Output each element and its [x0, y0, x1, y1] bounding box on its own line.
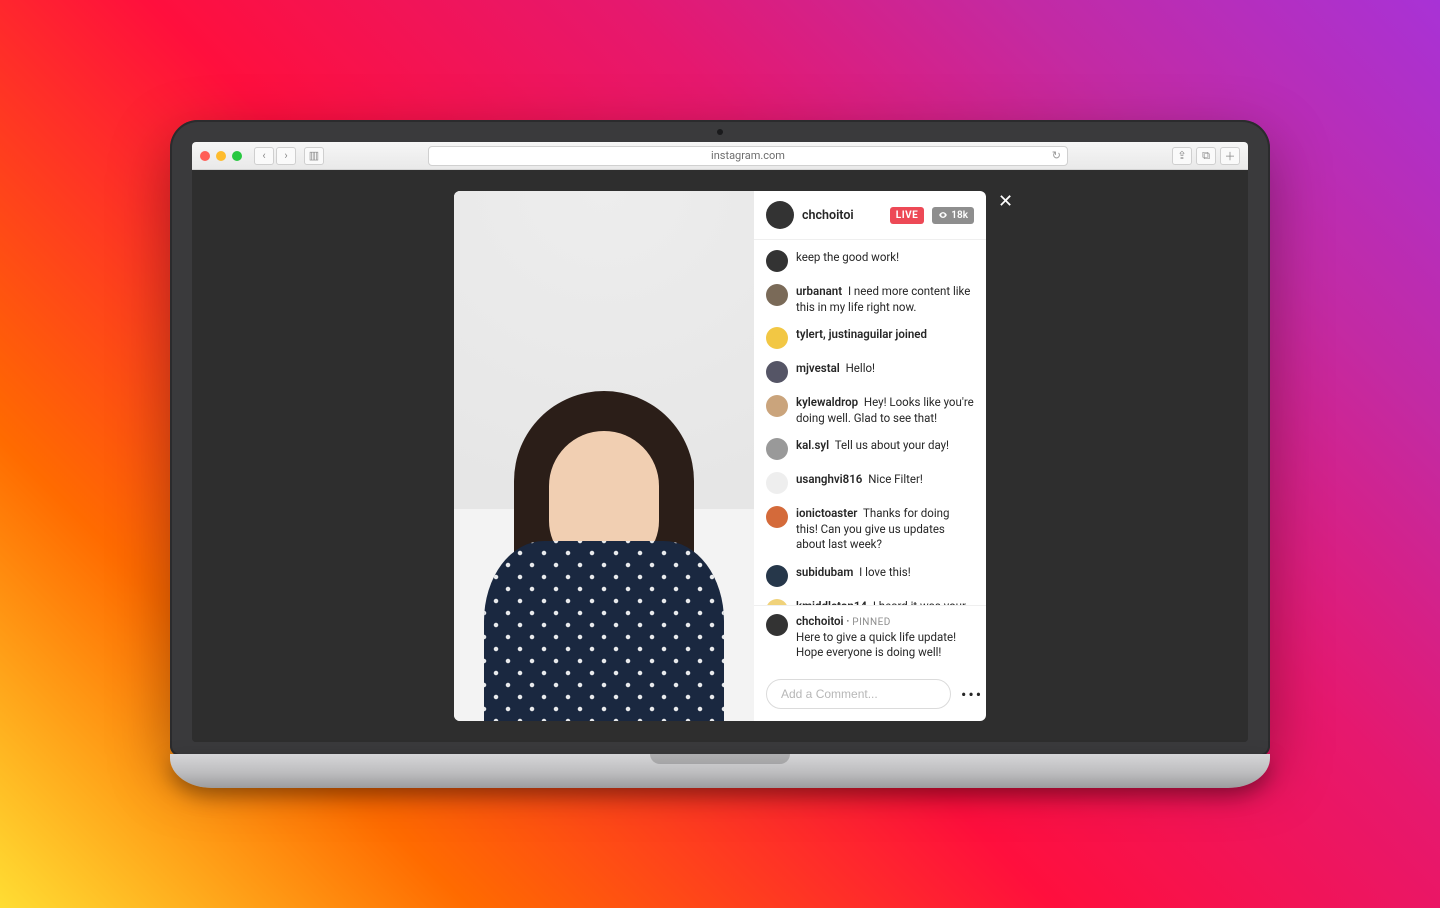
- comment-text: ionictoaster Thanks for doing this! Can …: [796, 506, 974, 553]
- live-modal: chchoitoi LIVE 18k keep the good work! ur…: [454, 191, 986, 721]
- comment-body: I love this!: [856, 565, 910, 579]
- live-header: chchoitoi LIVE 18k: [754, 191, 986, 240]
- browser-toolbar: ‹ › ▥ instagram.com ↻ ⇪ ⧉ ＋: [192, 142, 1248, 170]
- host-username[interactable]: chchoitoi: [802, 208, 854, 223]
- pinned-label: PINNED: [852, 617, 891, 628]
- pinned-separator: ·: [846, 614, 849, 628]
- comment-text: kylewaldrop Hey! Looks like you're doing…: [796, 395, 974, 426]
- plus-icon: ＋: [1225, 148, 1236, 164]
- pinned-comment: chchoitoi · PINNED Here to give a quick …: [754, 606, 986, 669]
- window-close-button[interactable]: [200, 151, 210, 161]
- comment-text: subidubam I love this!: [796, 565, 911, 587]
- comment-item: kmiddleton14 I heard it was your birthda…: [754, 593, 986, 606]
- new-tab-button[interactable]: ＋: [1220, 147, 1240, 165]
- comment-username[interactable]: urbanant: [796, 284, 842, 298]
- forward-icon: ›: [284, 149, 287, 162]
- comment-username[interactable]: ionictoaster: [796, 506, 857, 520]
- sidebar-icon: ▥: [309, 149, 319, 162]
- comments-list[interactable]: keep the good work! urbanant I need more …: [754, 240, 986, 605]
- comment-avatar[interactable]: [766, 250, 788, 272]
- comment-input[interactable]: [766, 679, 951, 709]
- nav-arrows: ‹ ›: [254, 147, 296, 165]
- comment-avatar[interactable]: [766, 472, 788, 494]
- pinned-text: Here to give a quick life update! Hope e…: [796, 630, 974, 661]
- pinned-username[interactable]: chchoitoi: [796, 614, 844, 628]
- comment-text: tylert, justinaguilar joined: [796, 327, 927, 349]
- comment-avatar[interactable]: [766, 599, 788, 606]
- viewer-count-badge: 18k: [932, 207, 974, 224]
- address-text: instagram.com: [711, 149, 785, 162]
- comment-item: kylewaldrop Hey! Looks like you're doing…: [754, 389, 986, 432]
- eye-icon: [938, 210, 948, 220]
- comment-item: urbanant I need more content like this i…: [754, 278, 986, 321]
- laptop-base: [170, 754, 1270, 788]
- comment-avatar[interactable]: [766, 327, 788, 349]
- close-button[interactable]: ✕: [998, 193, 1013, 211]
- live-video[interactable]: [454, 191, 754, 721]
- back-button[interactable]: ‹: [254, 147, 274, 165]
- comment-body: Hello!: [843, 361, 875, 375]
- address-bar[interactable]: instagram.com ↻: [428, 146, 1068, 166]
- laptop-device: ‹ › ▥ instagram.com ↻ ⇪ ⧉ ＋: [170, 120, 1270, 788]
- comment-composer: •••: [754, 669, 986, 721]
- forward-button[interactable]: ›: [276, 147, 296, 165]
- comment-avatar[interactable]: [766, 506, 788, 528]
- window-minimize-button[interactable]: [216, 151, 226, 161]
- share-icon: ⇪: [1177, 149, 1186, 162]
- comment-item: mjvestal Hello!: [754, 355, 986, 389]
- back-icon: ‹: [262, 149, 265, 162]
- comment-username[interactable]: kmiddleton14: [796, 599, 867, 606]
- viewer-count: 18k: [951, 210, 968, 221]
- comment-item: subidubam I love this!: [754, 559, 986, 593]
- page-content: chchoitoi LIVE 18k keep the good work! ur…: [192, 170, 1248, 742]
- comment-text: usanghvi816 Nice Filter!: [796, 472, 923, 494]
- pinned-section: chchoitoi · PINNED Here to give a quick …: [754, 605, 986, 669]
- comment-avatar[interactable]: [766, 361, 788, 383]
- camera-dot: [717, 129, 723, 135]
- tabs-icon: ⧉: [1202, 149, 1210, 163]
- comment-text: kal.syl Tell us about your day!: [796, 438, 949, 460]
- comment-username[interactable]: kal.syl: [796, 438, 829, 452]
- screen: ‹ › ▥ instagram.com ↻ ⇪ ⧉ ＋: [192, 142, 1248, 742]
- comment-avatar[interactable]: [766, 284, 788, 306]
- live-side-panel: chchoitoi LIVE 18k keep the good work! ur…: [754, 191, 986, 721]
- screen-bezel: ‹ › ▥ instagram.com ↻ ⇪ ⧉ ＋: [170, 120, 1270, 756]
- more-options-button[interactable]: •••: [961, 685, 983, 704]
- comment-text: urbanant I need more content like this i…: [796, 284, 974, 315]
- comment-username[interactable]: usanghvi816: [796, 472, 862, 486]
- reload-icon[interactable]: ↻: [1052, 149, 1061, 162]
- host-avatar[interactable]: [766, 201, 794, 229]
- comment-text: mjvestal Hello!: [796, 361, 875, 383]
- comment-item: usanghvi816 Nice Filter!: [754, 466, 986, 500]
- comment-username[interactable]: subidubam: [796, 565, 853, 579]
- live-badge: LIVE: [890, 207, 925, 224]
- join-event: tylert, justinaguilar joined: [754, 321, 986, 355]
- comment-item: ionictoaster Thanks for doing this! Can …: [754, 500, 986, 559]
- window-zoom-button[interactable]: [232, 151, 242, 161]
- share-button[interactable]: ⇪: [1172, 147, 1192, 165]
- comment-body: Tell us about your day!: [832, 438, 949, 452]
- comment-body: Nice Filter!: [865, 472, 923, 486]
- comment-text: kmiddleton14 I heard it was your birthda…: [796, 599, 974, 606]
- comment-body: keep the good work!: [796, 250, 899, 264]
- sidebar-toggle-button[interactable]: ▥: [304, 147, 324, 165]
- comment-text: keep the good work!: [796, 250, 899, 272]
- comment-item: kal.syl Tell us about your day!: [754, 432, 986, 466]
- comment-username[interactable]: mjvestal: [796, 361, 840, 375]
- comment-avatar[interactable]: [766, 565, 788, 587]
- person-illustration: [484, 421, 724, 721]
- comment-username[interactable]: kylewaldrop: [796, 395, 858, 409]
- comment-item: keep the good work!: [754, 244, 986, 278]
- window-controls: [200, 151, 242, 161]
- pinned-avatar[interactable]: [766, 614, 788, 636]
- tabs-button[interactable]: ⧉: [1196, 147, 1216, 165]
- toolbar-right: ⇪ ⧉ ＋: [1172, 147, 1240, 165]
- comment-avatar[interactable]: [766, 395, 788, 417]
- comment-avatar[interactable]: [766, 438, 788, 460]
